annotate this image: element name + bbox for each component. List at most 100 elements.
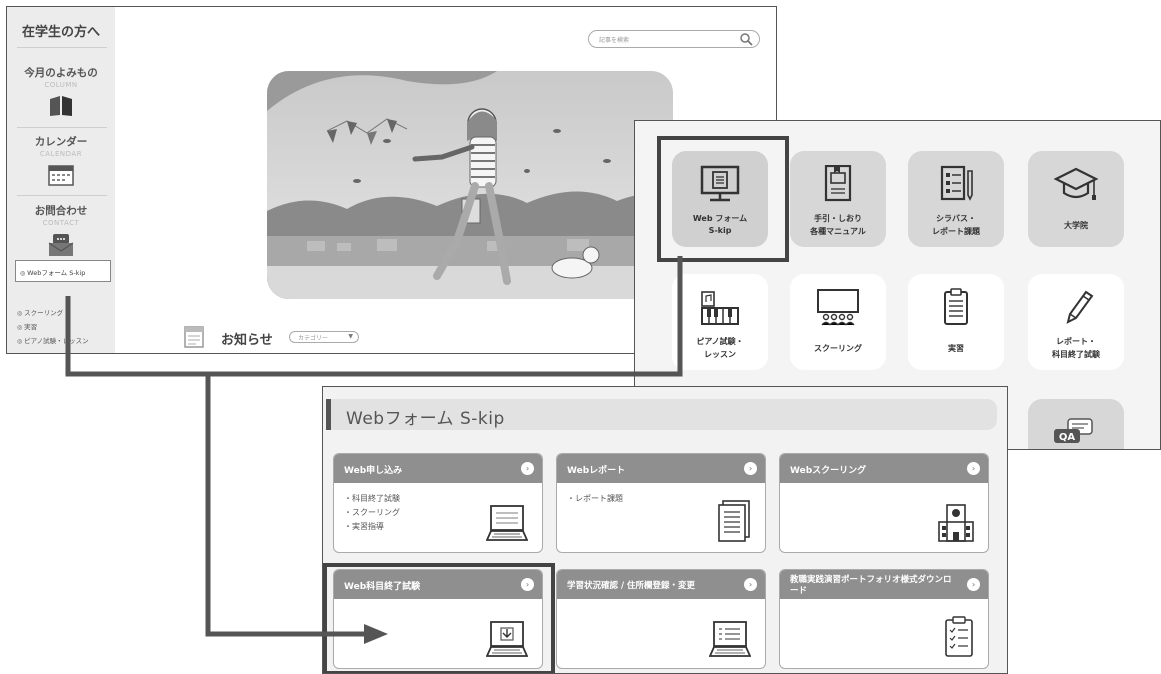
list-item: 科目終了試験 (344, 492, 400, 506)
svg-text:QA: QA (1059, 432, 1076, 443)
tile-report-exam[interactable]: レポート・ 科目終了試験 (1028, 274, 1124, 370)
tile-label: 手引・しおり (814, 214, 862, 223)
pencil-icon (1066, 290, 1094, 324)
chevron-right-icon[interactable]: › (521, 578, 534, 591)
card-web-final-exam[interactable]: Web科目終了試験 › (333, 569, 543, 669)
card-title: 教職実践演習ポートフォリオ様式ダウンロード (790, 575, 952, 596)
tile-webform-skip[interactable]: Web フォーム S-kip (672, 151, 768, 247)
divider (17, 195, 107, 196)
sidebar-link-schooling[interactable]: スクーリング (17, 307, 63, 317)
classroom-icon (817, 289, 859, 326)
checklist-icon (945, 616, 973, 657)
page-title: Webフォーム S-kip (346, 409, 505, 429)
chevron-right-icon[interactable]: › (744, 578, 757, 591)
sidebar-item-sublabel: CALENDAR (39, 150, 83, 158)
card-title: Webレポート (567, 466, 626, 476)
tile-label: S-kip (708, 226, 732, 235)
laptop-list-icon (709, 621, 751, 657)
card-header: Webレポート › (557, 454, 765, 483)
card-header: Webスクーリング › (780, 454, 988, 483)
card-title: Web科目終了試験 (344, 582, 421, 592)
document-icon (718, 500, 750, 542)
tile-label: 実習 (948, 344, 964, 353)
card-web-application[interactable]: Web申し込み › 科目終了試験 スクーリング 実習指導 (333, 453, 543, 553)
tile-syllabus[interactable]: シラバス・ レポート課題 (908, 151, 1004, 247)
search-input[interactable]: 記事を検索 (588, 30, 760, 48)
tile-label: 科目終了試験 (1052, 350, 1100, 359)
sidebar-link-piano[interactable]: ピアノ試験・レッスン (17, 335, 88, 345)
tile-label: スクーリング (814, 344, 862, 353)
skip-header: Webフォーム S-kip (326, 399, 997, 430)
card-title: Web申し込み (344, 466, 403, 476)
tile-label: レポート・ (1056, 337, 1096, 346)
search-icon[interactable] (739, 32, 753, 46)
news-title: お知らせ (221, 333, 273, 348)
tile-piano[interactable]: ピアノ試験・ レッスン (672, 274, 768, 370)
card-study-status[interactable]: 学習状況確認 / 住所欄登録・変更 › (556, 569, 766, 669)
sidebar-link-label: Webフォーム S-kip (20, 267, 85, 277)
card-web-schooling[interactable]: Webスクーリング › (779, 453, 989, 553)
list-item: 実習指導 (344, 520, 400, 534)
chevron-right-icon[interactable]: › (967, 578, 980, 591)
tile-label: レッスン (704, 350, 736, 359)
divider (17, 127, 107, 128)
tile-label: ピアノ試験・ (696, 337, 744, 346)
skip-panel: Webフォーム S-kip Web申し込み › 科目終了試験 スクーリング 実習… (322, 386, 1008, 674)
tile-schooling[interactable]: スクーリング (790, 274, 886, 370)
sidebar-item-column[interactable]: 今月のよみもの COLUMN (7, 65, 115, 117)
sidebar-item-label: 今月のよみもの (24, 67, 98, 79)
tile-practice[interactable]: 実習 (908, 274, 1004, 370)
card-title: Webスクーリング (790, 466, 867, 476)
tile-label: Web フォーム (692, 214, 748, 223)
manual-book-icon (824, 165, 852, 202)
sidebar-item-sublabel: CONTACT (42, 219, 80, 227)
sidebar-item-calendar[interactable]: カレンダー CALENDAR (7, 134, 115, 186)
tile-graduate-school[interactable]: 大学院 (1028, 151, 1124, 247)
qa-icon: QA (1054, 418, 1093, 443)
contact-icon (48, 234, 74, 256)
card-portfolio-download[interactable]: 教職実践演習ポートフォリオ様式ダウンロード › (779, 569, 989, 669)
monitor-document-icon (700, 165, 740, 202)
sidebar-title: 在学生の方へ (21, 25, 100, 40)
sidebar-link-practice[interactable]: 実習 (17, 321, 37, 331)
chevron-right-icon[interactable]: › (744, 462, 757, 475)
school-building-icon (938, 504, 974, 542)
syllabus-icon (940, 165, 973, 201)
sidebar-link-webform[interactable]: Webフォーム S-kip (15, 260, 111, 282)
laptop-download-icon (486, 621, 528, 657)
card-header: 教職実践演習ポートフォリオ様式ダウンロード › (780, 570, 988, 599)
sidebar-item-contact[interactable]: お問合わせ CONTACT (7, 203, 115, 257)
header-accent-bar (326, 399, 331, 430)
card-header: Web申し込み › (334, 454, 542, 483)
tile-label: 各種マニュアル (810, 227, 866, 236)
search-placeholder: 記事を検索 (599, 37, 630, 44)
card-title: 学習状況確認 / 住所欄登録・変更 (567, 581, 696, 591)
graduation-cap-icon (1053, 167, 1099, 200)
tile-label: レポート課題 (932, 227, 980, 236)
calendar-icon (48, 165, 74, 186)
laptop-icon (486, 505, 528, 541)
clipboard-icon (944, 288, 968, 325)
card-header: Web科目終了試験 › (334, 570, 542, 599)
sidebar: 在学生の方へ 今月のよみもの COLUMN カレンダー CALENDAR お問合… (7, 7, 115, 353)
category-select[interactable]: カテゴリー ▼ (289, 331, 359, 343)
tile-label: 大学院 (1064, 221, 1088, 230)
tile-qa[interactable]: QA (1028, 399, 1124, 449)
news-icon (184, 326, 204, 348)
piano-icon (701, 291, 739, 325)
book-icon (50, 96, 72, 116)
walking-girl-illustration (267, 71, 673, 299)
card-items: 科目終了試験 スクーリング 実習指導 (344, 492, 400, 534)
tile-manual[interactable]: 手引・しおり 各種マニュアル (790, 151, 886, 247)
list-item: レポート課題 (567, 492, 623, 506)
sidebar-item-label: カレンダー (34, 136, 88, 148)
category-select-value: カテゴリー (298, 335, 329, 342)
list-item: スクーリング (344, 506, 400, 520)
card-header: 学習状況確認 / 住所欄登録・変更 › (557, 570, 765, 599)
card-web-report[interactable]: Webレポート › レポート課題 (556, 453, 766, 553)
chevron-right-icon[interactable]: › (967, 462, 980, 475)
hero-illustration (267, 71, 673, 299)
chevron-right-icon[interactable]: › (521, 462, 534, 475)
tile-label: シラバス・ (936, 214, 976, 223)
card-items: レポート課題 (567, 492, 623, 506)
